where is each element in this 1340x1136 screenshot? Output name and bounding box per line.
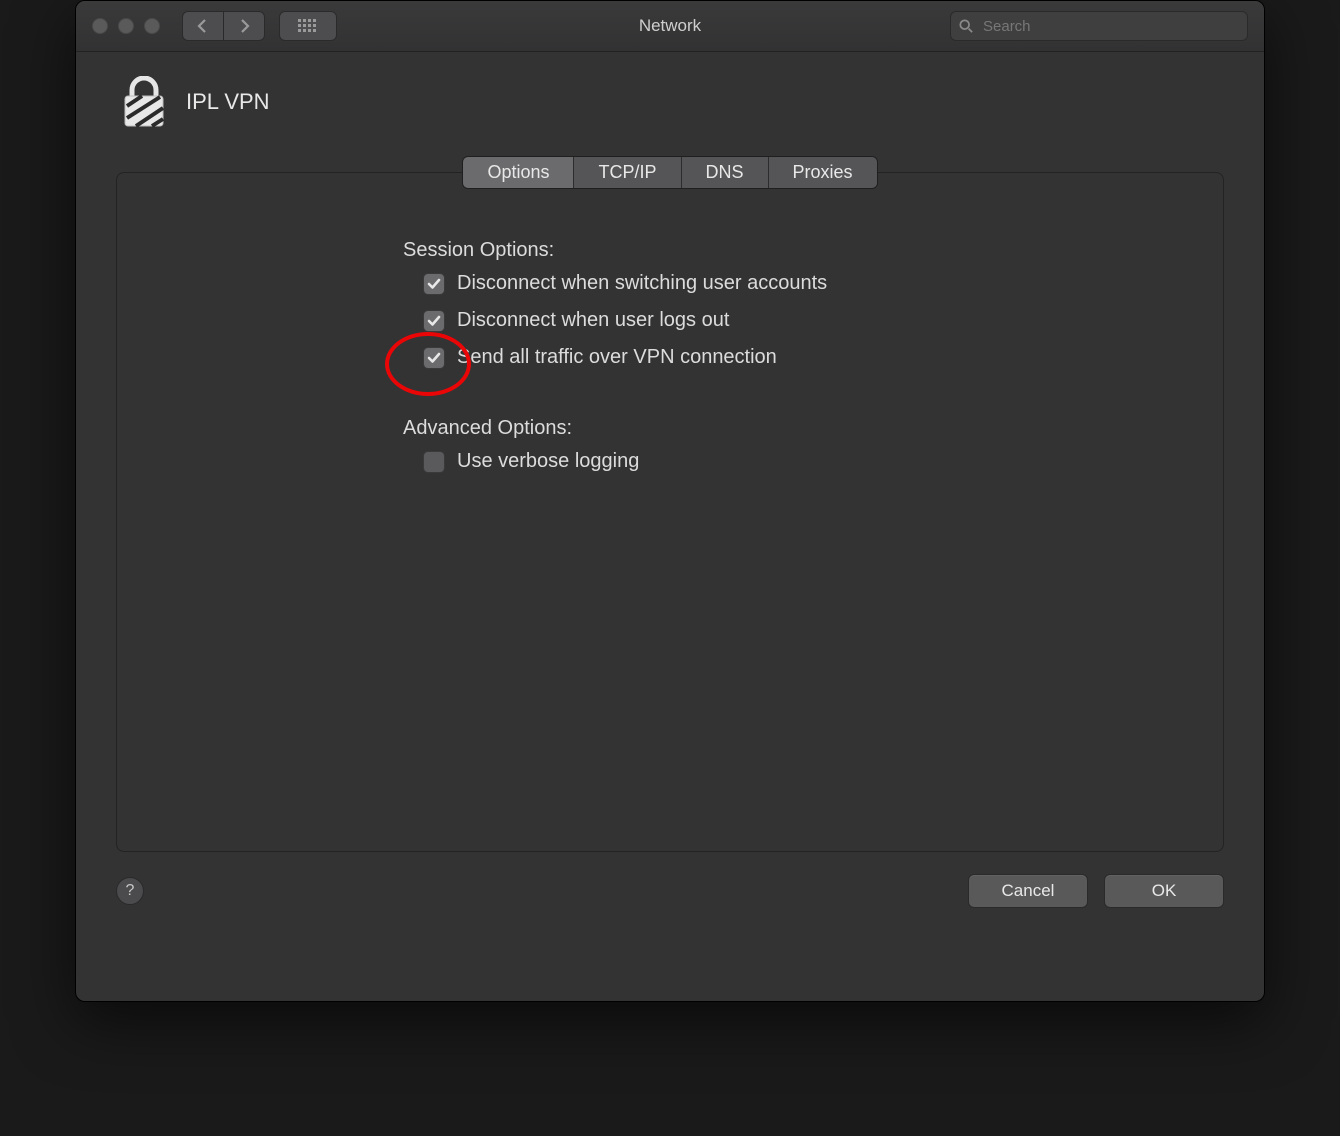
content-area: IPL VPN OptionsTCP/IPDNSProxies Session …	[76, 52, 1264, 928]
chevron-right-icon	[238, 19, 250, 33]
session-option-1: Disconnect when user logs out	[423, 309, 1223, 332]
session-label-2: Send all traffic over VPN connection	[457, 346, 777, 369]
close-window-button[interactable]	[92, 18, 108, 34]
titlebar: Network	[76, 1, 1264, 52]
footer: ? Cancel OK	[116, 874, 1224, 908]
back-button[interactable]	[182, 11, 224, 41]
session-checkbox-0[interactable]	[423, 273, 445, 295]
window-controls	[92, 18, 160, 34]
tab-options[interactable]: Options	[463, 157, 574, 188]
service-header: IPL VPN	[122, 76, 1224, 128]
session-option-0: Disconnect when switching user accounts	[423, 272, 1223, 295]
network-preferences-window: Network IPL VPN OptionsTCP/IPDN	[75, 0, 1265, 1002]
session-options-title: Session Options:	[403, 239, 1223, 262]
minimize-window-button[interactable]	[118, 18, 134, 34]
session-option-2: Send all traffic over VPN connection	[423, 346, 1223, 369]
session-label-0: Disconnect when switching user accounts	[457, 272, 827, 295]
cancel-button[interactable]: Cancel	[968, 874, 1088, 908]
nav-buttons	[182, 11, 265, 41]
forward-button[interactable]	[224, 11, 265, 41]
advanced-option-0: Use verbose logging	[423, 450, 1223, 473]
options-panel: Session Options: Disconnect when switchi…	[116, 172, 1224, 852]
advanced-label-0: Use verbose logging	[457, 450, 639, 473]
search-icon	[959, 19, 973, 33]
search-input[interactable]	[981, 17, 1239, 36]
tab-dns[interactable]: DNS	[682, 157, 769, 188]
help-button[interactable]: ?	[116, 877, 144, 905]
zoom-window-button[interactable]	[144, 18, 160, 34]
search-field[interactable]	[950, 11, 1248, 41]
check-icon	[427, 314, 441, 328]
check-icon	[427, 351, 441, 365]
advanced-options-title: Advanced Options:	[403, 417, 1223, 440]
grid-icon	[298, 19, 318, 33]
tab-bar: OptionsTCP/IPDNSProxies	[116, 156, 1224, 189]
session-checkbox-1[interactable]	[423, 310, 445, 332]
tab-proxies[interactable]: Proxies	[769, 157, 877, 188]
vpn-lock-icon	[122, 76, 166, 128]
session-checkbox-2[interactable]	[423, 347, 445, 369]
service-name: IPL VPN	[186, 89, 270, 115]
session-label-1: Disconnect when user logs out	[457, 309, 729, 332]
chevron-left-icon	[197, 19, 209, 33]
show-all-button[interactable]	[279, 11, 337, 41]
ok-button[interactable]: OK	[1104, 874, 1224, 908]
advanced-checkbox-0[interactable]	[423, 451, 445, 473]
tab-tcpip[interactable]: TCP/IP	[574, 157, 681, 188]
check-icon	[427, 277, 441, 291]
